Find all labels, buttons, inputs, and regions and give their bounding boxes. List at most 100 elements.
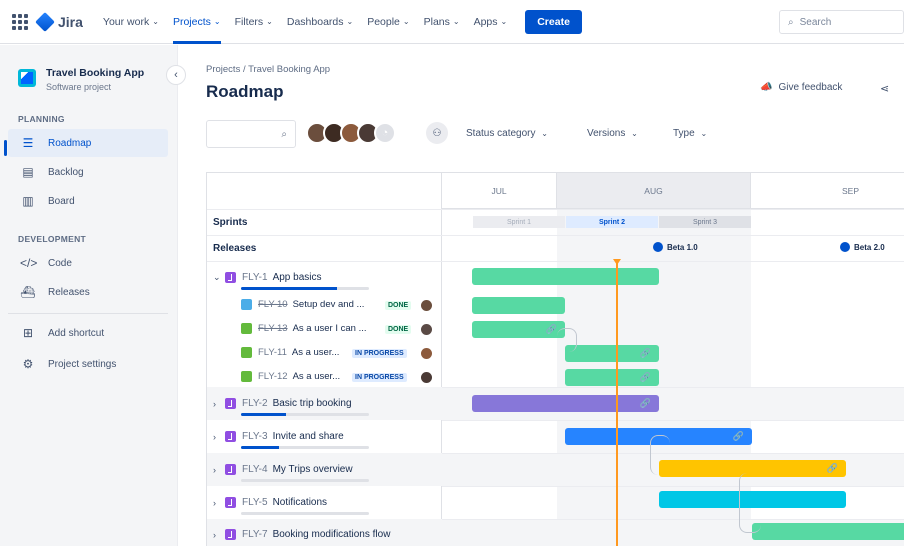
epic-bar-fly-1[interactable] [472, 268, 659, 285]
versions-label: Versions [587, 128, 626, 139]
issue-bar-fly-12[interactable]: 🔗 [565, 369, 659, 386]
chevron-down-icon[interactable]: ⌄ [213, 272, 223, 283]
code-icon: </> [20, 256, 38, 270]
epic-row-fly-7[interactable]: › FLY-7 Booking modifications flow [213, 529, 390, 540]
issue-bar-fly-13[interactable]: 🔗 [472, 321, 565, 338]
roadmap-search-input[interactable]: ⌕ [206, 120, 296, 148]
sidebar-item-add-shortcut[interactable]: ⊞ Add shortcut [8, 319, 168, 347]
project-sidebar: Travel Booking App Software project PLAN… [0, 45, 178, 546]
link-icon: 🔗 [732, 431, 744, 441]
create-button[interactable]: Create [525, 9, 582, 34]
epic-title: App basics [272, 272, 322, 283]
epic-title: My Trips overview [272, 464, 353, 475]
nav-projects[interactable]: Projects ⌄ [172, 0, 221, 44]
avatar[interactable] [421, 372, 432, 383]
month-header-jul: JUL [442, 173, 557, 209]
search-input[interactable]: ⌕ Search [779, 10, 904, 34]
chevron-right-icon[interactable]: › [213, 432, 223, 442]
issue-key: FLY-12 [258, 371, 288, 382]
epic-row-fly-5[interactable]: › FLY-5 Notifications [213, 497, 327, 508]
nav-people[interactable]: People ⌄ [367, 0, 409, 44]
sidebar-item-code[interactable]: </> Code [8, 249, 168, 277]
epic-bar-fly-2[interactable]: 🔗 [472, 395, 659, 412]
share-button[interactable]: ⋖ [880, 82, 889, 95]
epic-progress-bar [241, 512, 369, 515]
board-icon: ▥ [22, 194, 34, 208]
nav-your-work[interactable]: Your work ⌄ [103, 0, 159, 44]
app-switcher-icon[interactable] [12, 13, 28, 30]
status-category-filter[interactable]: Status category ⌄ [466, 128, 548, 139]
chevron-down-icon: ⌄ [700, 129, 708, 138]
epic-title: Basic trip booking [272, 398, 352, 409]
collapse-sidebar-button[interactable]: ‹ [166, 65, 186, 85]
nav-apps-label: Apps [473, 15, 498, 28]
dependency-line [557, 328, 577, 352]
sidebar-item-backlog[interactable]: ▤ Backlog [8, 158, 168, 186]
give-feedback-button[interactable]: 📣 Give feedback [760, 82, 842, 93]
issue-bar-fly-10[interactable] [472, 297, 565, 314]
release-label: Beta 1.0 [667, 242, 698, 252]
jira-logo[interactable]: Jira [35, 11, 83, 32]
epic-row-fly-2[interactable]: › FLY-2 Basic trip booking [213, 398, 352, 409]
issue-row-fly-12[interactable]: FLY-12 As a user... [241, 371, 340, 382]
project-header[interactable]: Travel Booking App Software project [18, 67, 144, 92]
share-icon: ⋖ [880, 83, 890, 95]
chevron-right-icon[interactable]: › [213, 530, 223, 540]
sidebar-item-board[interactable]: ▥ Board [8, 187, 168, 215]
issue-key: FLY-7 [242, 529, 268, 540]
epic-bar-fly-7[interactable] [752, 523, 904, 540]
sprint-3-marker[interactable]: Sprint 3 [659, 216, 751, 228]
chevron-left-icon: ‹ [174, 69, 178, 81]
sprint-2-marker[interactable]: Sprint 2 [566, 216, 658, 228]
sidebar-item-label: Backlog [48, 166, 84, 178]
project-name: Travel Booking App [46, 67, 145, 79]
breadcrumb[interactable]: Projects / Travel Booking App [206, 64, 330, 75]
sidebar-divider [8, 313, 168, 314]
avatar[interactable] [421, 300, 432, 311]
add-people-button[interactable]: ⚇ [426, 122, 448, 144]
issue-bar-fly-11[interactable]: 🔗 [565, 345, 659, 362]
progress-fill [241, 287, 337, 290]
versions-filter[interactable]: Versions ⌄ [587, 128, 638, 139]
chevron-right-icon[interactable]: › [213, 399, 223, 409]
sidebar-item-label: Project settings [48, 358, 117, 370]
roadmap-issue-column: Sprints Releases ⌄ FLY-1 App basics FLY-… [207, 173, 442, 546]
row-divider [207, 235, 442, 236]
avatar[interactable] [421, 348, 432, 359]
avatar[interactable] [421, 324, 432, 335]
chevron-right-icon[interactable]: › [213, 498, 223, 508]
sprint-1-marker[interactable]: Sprint 1 [473, 216, 565, 228]
dependency-line [739, 473, 761, 533]
sidebar-item-releases[interactable]: ⛴ Releases [8, 278, 168, 306]
nav-apps[interactable]: Apps ⌄ [474, 0, 508, 44]
issue-row-fly-10[interactable]: FLY-10 Setup dev and ... [241, 299, 364, 310]
status-badge: DONE [385, 325, 412, 334]
epic-row-fly-4[interactable]: › FLY-4 My Trips overview [213, 464, 353, 475]
project-type: Software project [46, 82, 112, 92]
avatar-placeholder-icon[interactable]: ◔ [374, 122, 396, 144]
epic-row-fly-3[interactable]: › FLY-3 Invite and share [213, 431, 344, 442]
issue-row-fly-13[interactable]: FLY-13 As a user I can ... [241, 323, 367, 334]
issue-row-fly-11[interactable]: FLY-11 As a user... [241, 347, 339, 358]
nav-dashboards[interactable]: Dashboards ⌄ [287, 0, 353, 44]
chevron-down-icon: ⌄ [213, 17, 221, 26]
chevron-down-icon: ⌄ [631, 129, 638, 138]
epic-icon [225, 398, 236, 409]
chevron-down-icon: ⌄ [346, 17, 354, 26]
chevron-down-icon: ⌄ [452, 17, 460, 26]
chevron-right-icon[interactable]: › [213, 465, 223, 475]
epic-row-fly-1[interactable]: ⌄ FLY-1 App basics [213, 272, 322, 283]
megaphone-icon: 📣 [760, 82, 773, 93]
release-beta-2[interactable]: Beta 2.0 [840, 242, 885, 252]
release-beta-1[interactable]: Beta 1.0 [653, 242, 698, 252]
epic-icon [225, 431, 236, 442]
type-filter[interactable]: Type ⌄ [673, 128, 707, 139]
sidebar-item-roadmap[interactable]: ☰ Roadmap [8, 129, 168, 157]
nav-plans[interactable]: Plans ⌄ [424, 0, 460, 44]
add-shortcut-icon: ⊞ [22, 326, 34, 340]
nav-filters[interactable]: Filters ⌄ [235, 0, 273, 44]
sidebar-item-label: Releases [48, 286, 90, 298]
backlog-icon: ▤ [22, 165, 34, 179]
sidebar-item-project-settings[interactable]: ⚙ Project settings [8, 350, 168, 378]
link-icon: 🔗 [639, 372, 651, 382]
